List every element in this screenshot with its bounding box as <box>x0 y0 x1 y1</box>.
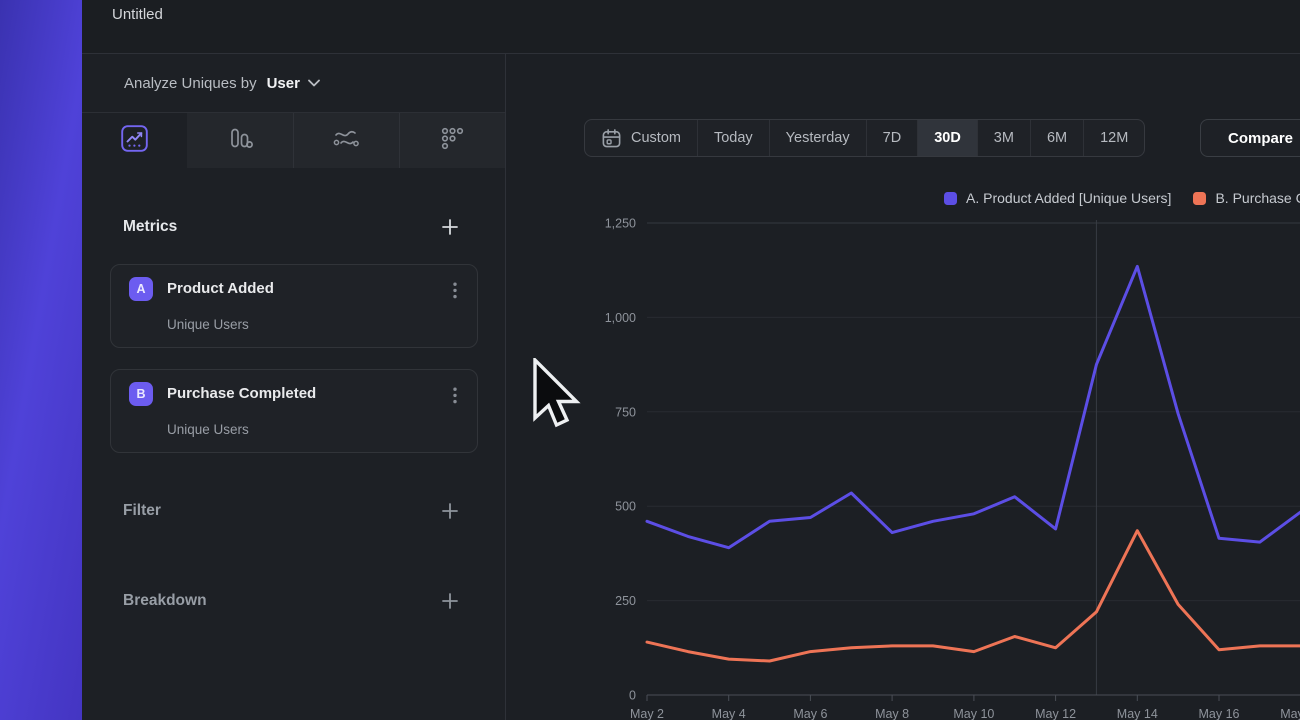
svg-text:500: 500 <box>615 500 636 514</box>
range-3m[interactable]: 3M <box>977 120 1030 156</box>
legend-label: A. Product Added [Unique Users] <box>966 190 1171 206</box>
analytics-app: { "window": { "title": "Untitled" }, "co… <box>0 0 1300 720</box>
range-label: Yesterday <box>786 130 850 146</box>
svg-text:1,000: 1,000 <box>605 311 636 325</box>
chart-type-tabs <box>82 113 505 168</box>
svg-text:May 10: May 10 <box>953 707 994 720</box>
breakdown-section-header: Breakdown <box>82 586 505 616</box>
legend-label: B. Purchase Completed [Unique Users] <box>1215 190 1300 206</box>
metric-badge-a: A <box>129 277 153 301</box>
svg-text:750: 750 <box>615 405 636 419</box>
svg-text:May 12: May 12 <box>1035 707 1076 720</box>
filter-section-header: Filter <box>82 496 505 526</box>
legend-swatch <box>944 192 957 205</box>
calendar-icon <box>601 128 622 149</box>
range-30d[interactable]: 30D <box>917 120 977 156</box>
metric-menu-button[interactable] <box>451 280 459 304</box>
app-header: Untitled <box>82 0 1300 54</box>
svg-text:May 8: May 8 <box>875 707 909 720</box>
range-label: 3M <box>994 130 1014 146</box>
line-chart-icon <box>121 125 148 157</box>
metric-name: Product Added <box>167 280 274 297</box>
svg-text:May 16: May 16 <box>1199 707 1240 720</box>
breakdown-title: Breakdown <box>123 592 207 610</box>
range-today[interactable]: Today <box>697 120 769 156</box>
range-label: 6M <box>1047 130 1067 146</box>
legend-item[interactable]: A. Product Added [Unique Users] <box>944 190 1171 206</box>
chevron-down-icon <box>308 79 320 87</box>
bar-chart-icon <box>227 125 253 156</box>
range-custom[interactable]: Custom <box>585 120 697 156</box>
desktop-gradient-background <box>0 0 82 720</box>
tab-flow-chart[interactable] <box>293 113 399 168</box>
add-metric-button[interactable] <box>441 218 459 236</box>
legend-swatch <box>1193 192 1206 205</box>
analyze-by-row: Analyze Uniques by User <box>82 54 505 113</box>
line-chart: May 2 May 4 May 6 May 8 May 10 May 12 May 14 Ma… <box>505 210 1300 720</box>
analyze-by-value: User <box>267 75 300 92</box>
query-sidebar: Analyze Uniques by User Metrics A Produc… <box>82 54 505 720</box>
plus-icon <box>441 592 459 610</box>
date-range-selector: Custom Today Yesterday 7D 30D 3M 6M 12M <box>584 119 1145 157</box>
kebab-menu-icon <box>453 282 457 299</box>
filter-title: Filter <box>123 502 161 520</box>
metric-card-product-added[interactable]: A Product Added Unique Users <box>110 264 478 348</box>
metric-badge-b: B <box>129 382 153 406</box>
range-label: 30D <box>934 130 961 146</box>
svg-text:May 2: May 2 <box>630 707 664 720</box>
svg-text:250: 250 <box>615 594 636 608</box>
analyze-by-dropdown[interactable]: User <box>267 75 320 92</box>
flow-chart-icon <box>332 126 360 155</box>
range-7d[interactable]: 7D <box>866 120 918 156</box>
metric-card-purchase-completed[interactable]: B Purchase Completed Unique Users <box>110 369 478 453</box>
plus-icon <box>441 218 459 236</box>
range-12m[interactable]: 12M <box>1083 120 1144 156</box>
svg-text:May 18: May 18 <box>1280 707 1300 720</box>
metric-menu-button[interactable] <box>451 385 459 409</box>
svg-text:May 14: May 14 <box>1117 707 1158 720</box>
compare-button[interactable]: Compare <box>1200 119 1300 157</box>
range-6m[interactable]: 6M <box>1030 120 1083 156</box>
chart-legend: A. Product Added [Unique Users] B. Purcha… <box>944 190 1300 206</box>
svg-text:0: 0 <box>629 689 636 703</box>
kebab-menu-icon <box>453 387 457 404</box>
metric-measure[interactable]: Unique Users <box>167 317 249 332</box>
plus-icon <box>441 502 459 520</box>
grid-dots-icon <box>439 125 465 156</box>
svg-text:May 6: May 6 <box>793 707 827 720</box>
svg-text:May 4: May 4 <box>712 707 746 720</box>
add-breakdown-button[interactable] <box>441 592 459 610</box>
legend-item[interactable]: B. Purchase Completed [Unique Users] <box>1193 190 1300 206</box>
metrics-section-header: Metrics <box>82 212 505 242</box>
tab-line-chart[interactable] <box>82 113 187 168</box>
range-label: 12M <box>1100 130 1128 146</box>
analyze-by-label: Analyze Uniques by <box>124 75 257 92</box>
range-label: 7D <box>883 130 902 146</box>
tab-grid-dots[interactable] <box>399 113 505 168</box>
range-label: Custom <box>631 130 681 146</box>
metric-name: Purchase Completed <box>167 385 316 402</box>
tab-bar-chart[interactable] <box>187 113 292 168</box>
range-label: Today <box>714 130 753 146</box>
report-title[interactable]: Untitled <box>112 6 163 23</box>
range-yesterday[interactable]: Yesterday <box>769 120 866 156</box>
metrics-title: Metrics <box>123 218 177 236</box>
add-filter-button[interactable] <box>441 502 459 520</box>
svg-text:1,250: 1,250 <box>605 217 636 231</box>
metric-measure[interactable]: Unique Users <box>167 422 249 437</box>
